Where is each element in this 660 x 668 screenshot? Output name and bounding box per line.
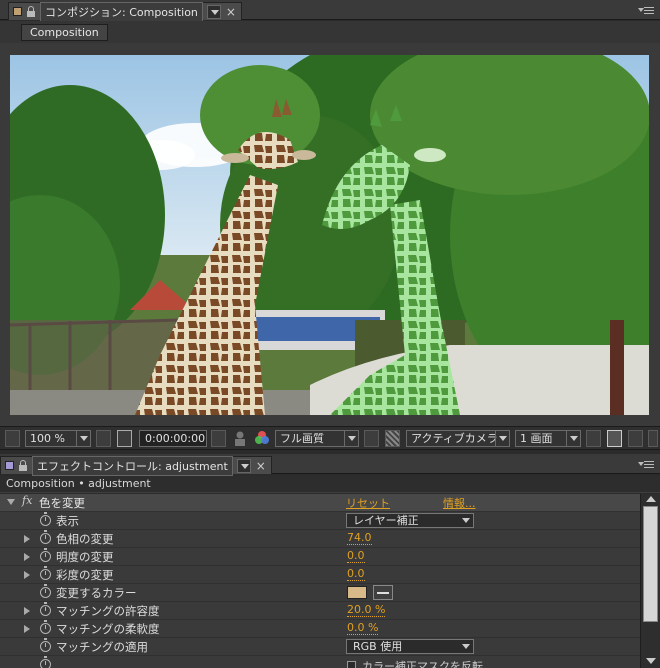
expand-icon[interactable]: [24, 571, 30, 579]
composition-dropdown-icon[interactable]: [206, 4, 221, 19]
effect-header-row[interactable]: fx 色を変更 リセット 情報...: [0, 494, 640, 512]
param-label: 明度の変更: [56, 550, 114, 564]
param-label: 彩度の変更: [56, 568, 114, 582]
safe-margins-icon[interactable]: [117, 430, 132, 447]
effect-name: 色を変更: [39, 496, 85, 510]
param-row-lightness[interactable]: 明度の変更 0.0: [0, 548, 640, 566]
param-row-color-to-change[interactable]: 変更するカラー: [0, 584, 640, 602]
viewer-toolbar: 100 % 0:00:00:00 フル画質 アクティブカメラ 1 画面: [0, 426, 660, 450]
param-label: 色相の変更: [56, 532, 114, 546]
composition-tab-title[interactable]: コンポジション: Composition: [40, 1, 203, 22]
fast-previews-icon[interactable]: [607, 430, 622, 447]
hue-value[interactable]: 74.0: [347, 532, 372, 545]
saturation-value[interactable]: 0.0: [347, 568, 365, 581]
invert-mask-label: カラー補正マスクを反転: [362, 660, 483, 668]
scroll-up-icon[interactable]: [646, 496, 656, 502]
stopwatch-icon[interactable]: [40, 602, 51, 616]
resolution-dropdown[interactable]: フル画質: [275, 430, 359, 447]
view-value: レイヤー補正: [353, 514, 419, 527]
about-link[interactable]: 情報...: [443, 495, 476, 511]
resolution-value: フル画質: [280, 432, 324, 445]
channel-rgb-icon[interactable]: [254, 430, 269, 447]
param-row-invert-mask[interactable]: カラー補正マスクを反転: [0, 656, 640, 668]
match-colors-value: RGB 使用: [353, 640, 403, 653]
panel-menu-icon[interactable]: [638, 458, 654, 470]
timecode-field[interactable]: 0:00:00:00: [139, 430, 207, 447]
close-icon[interactable]: ×: [255, 459, 267, 473]
always-preview-icon[interactable]: [5, 430, 20, 447]
scroll-down-icon[interactable]: [646, 658, 656, 664]
composition-navigator-button[interactable]: Composition: [21, 24, 108, 41]
effects-tab-title[interactable]: エフェクトコントロール: adjustment: [32, 455, 233, 476]
label-color-icon: [13, 7, 22, 16]
lock-icon[interactable]: [18, 459, 28, 472]
param-label: マッチングの柔軟度: [56, 622, 160, 636]
snapshot-camera-icon[interactable]: [211, 430, 226, 447]
zoom-value: 100 %: [30, 432, 65, 445]
giraffes-image: [10, 55, 649, 415]
expand-icon[interactable]: [24, 553, 30, 561]
composition-panel-tabbar: コンポジション: Composition ×: [0, 0, 660, 22]
composition-subbar: Composition: [0, 21, 660, 43]
show-snapshot-icon[interactable]: [233, 430, 248, 447]
param-row-match-colors[interactable]: マッチングの適用 RGB 使用: [0, 638, 640, 656]
match-colors-dropdown[interactable]: RGB 使用: [346, 639, 474, 654]
lock-icon[interactable]: [26, 5, 36, 18]
param-row-hue[interactable]: 色相の変更 74.0: [0, 530, 640, 548]
stopwatch-icon[interactable]: [40, 512, 51, 526]
param-row-tolerance[interactable]: マッチングの許容度 20.0 %: [0, 602, 640, 620]
composition-frame[interactable]: [10, 55, 649, 415]
stopwatch-icon[interactable]: [40, 620, 51, 634]
tolerance-value[interactable]: 20.0 %: [347, 604, 386, 617]
effect-controls: fx 色を変更 リセット 情報... 表示 レイヤー補正 色相の変更 74.0 …: [0, 494, 640, 668]
view-layout-dropdown[interactable]: 1 画面: [515, 430, 581, 447]
transparency-grid-icon[interactable]: [385, 430, 400, 447]
timeline-icon[interactable]: [628, 430, 643, 447]
param-label: 表示: [56, 514, 79, 528]
param-row-view[interactable]: 表示 レイヤー補正: [0, 512, 640, 530]
stopwatch-icon[interactable]: [40, 548, 51, 562]
expand-icon[interactable]: [24, 535, 30, 543]
view-layout-value: 1 画面: [520, 432, 553, 445]
stopwatch-icon[interactable]: [40, 584, 51, 598]
color-swatch[interactable]: [347, 586, 367, 599]
flowchart-icon[interactable]: [648, 430, 658, 447]
expand-icon[interactable]: [24, 625, 30, 633]
scroll-thumb[interactable]: [643, 506, 658, 622]
param-label: マッチングの適用: [56, 640, 148, 654]
camera-view-dropdown[interactable]: アクティブカメラ: [406, 430, 510, 447]
fx-icon[interactable]: fx: [22, 494, 32, 507]
effects-scrollbar[interactable]: [640, 494, 660, 668]
effects-tab[interactable]: エフェクトコントロール: adjustment ×: [0, 455, 272, 476]
region-of-interest-icon[interactable]: [364, 430, 379, 447]
toggle-pixel-aspect-icon[interactable]: [586, 430, 601, 447]
grid-icon[interactable]: [96, 430, 111, 447]
param-label: 変更するカラー: [56, 586, 137, 600]
param-label: マッチングの許容度: [56, 604, 160, 618]
composition-tab[interactable]: コンポジション: Composition ×: [8, 1, 242, 22]
composition-viewer[interactable]: [0, 43, 660, 426]
param-row-softness[interactable]: マッチングの柔軟度 0.0 %: [0, 620, 640, 638]
effects-panel-tabbar: エフェクトコントロール: adjustment ×: [0, 454, 660, 476]
breadcrumb: Composition • adjustment: [0, 476, 660, 493]
stopwatch-icon[interactable]: [40, 656, 51, 668]
view-dropdown[interactable]: レイヤー補正: [346, 513, 474, 528]
reset-link[interactable]: リセット: [346, 495, 390, 511]
stopwatch-icon[interactable]: [40, 566, 51, 580]
stopwatch-icon[interactable]: [40, 638, 51, 652]
invert-mask-checkbox[interactable]: [347, 661, 356, 668]
collapse-effect-icon[interactable]: [7, 499, 15, 505]
stopwatch-icon[interactable]: [40, 530, 51, 544]
softness-value[interactable]: 0.0 %: [347, 622, 379, 635]
camera-value: アクティブカメラ: [411, 432, 498, 445]
lightness-value[interactable]: 0.0: [347, 550, 365, 563]
label-color-icon: [5, 461, 14, 470]
layer-dropdown-icon[interactable]: [236, 458, 251, 473]
panel-menu-icon[interactable]: [638, 4, 654, 16]
eyedropper-icon[interactable]: [373, 585, 393, 600]
zoom-dropdown[interactable]: 100 %: [25, 430, 91, 447]
expand-icon[interactable]: [24, 607, 30, 615]
close-icon[interactable]: ×: [225, 5, 237, 19]
param-row-saturation[interactable]: 彩度の変更 0.0: [0, 566, 640, 584]
